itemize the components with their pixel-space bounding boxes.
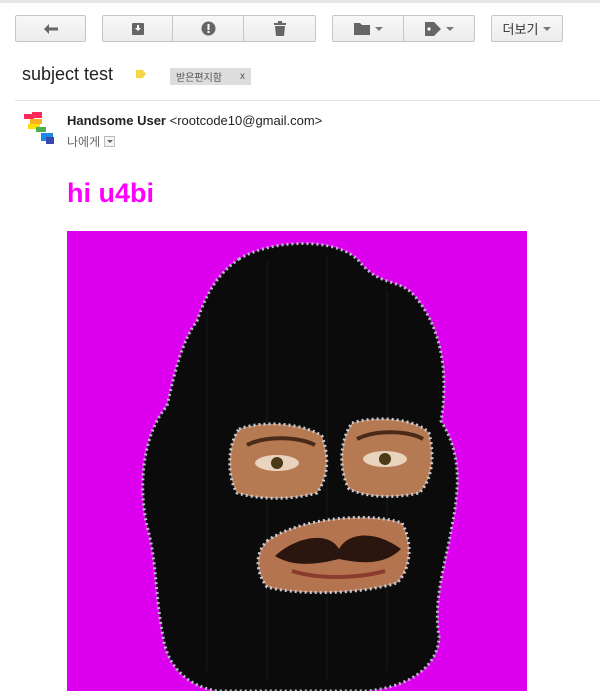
avatar[interactable] — [22, 111, 58, 147]
reply-icon — [43, 23, 59, 35]
message-subject: subject test — [22, 64, 114, 84]
remove-label-button[interactable]: x — [240, 71, 245, 82]
more-button[interactable]: 더보기 — [491, 15, 563, 42]
chevron-down-icon — [374, 26, 383, 31]
chevron-down-icon — [445, 26, 454, 31]
archive-button[interactable] — [102, 15, 173, 42]
archive-icon — [131, 22, 145, 36]
trash-icon — [273, 21, 286, 36]
tag-icon — [424, 21, 441, 36]
recipient-line: 나에게 — [67, 133, 116, 150]
folder-icon — [353, 22, 370, 35]
inbox-label-text: 받은편지함 — [176, 73, 222, 84]
labels-button[interactable] — [403, 15, 475, 42]
spam-icon — [201, 21, 216, 36]
show-details-dropdown-icon[interactable] — [104, 136, 116, 147]
header-divider — [15, 100, 600, 101]
delete-button[interactable] — [243, 15, 316, 42]
sender-email: <rootcode10@gmail.com> — [169, 113, 323, 128]
report-spam-button[interactable] — [172, 15, 244, 42]
label-tag-icon[interactable] — [136, 69, 146, 79]
reply-button[interactable] — [15, 15, 86, 42]
message-body-heading: hi u4bi — [67, 178, 154, 208]
inbox-label-chip: 받은편지함 x — [170, 68, 251, 85]
chevron-down-icon — [543, 26, 552, 31]
top-border — [0, 0, 600, 3]
more-button-label: 더보기 — [502, 22, 539, 37]
sender-name[interactable]: Handsome User — [67, 113, 166, 128]
sender-line: Handsome User <rootcode10@gmail.com> — [67, 113, 322, 128]
recipient-label: 나에게 — [67, 135, 101, 149]
move-to-button[interactable] — [332, 15, 404, 42]
message-body-image — [67, 231, 527, 691]
